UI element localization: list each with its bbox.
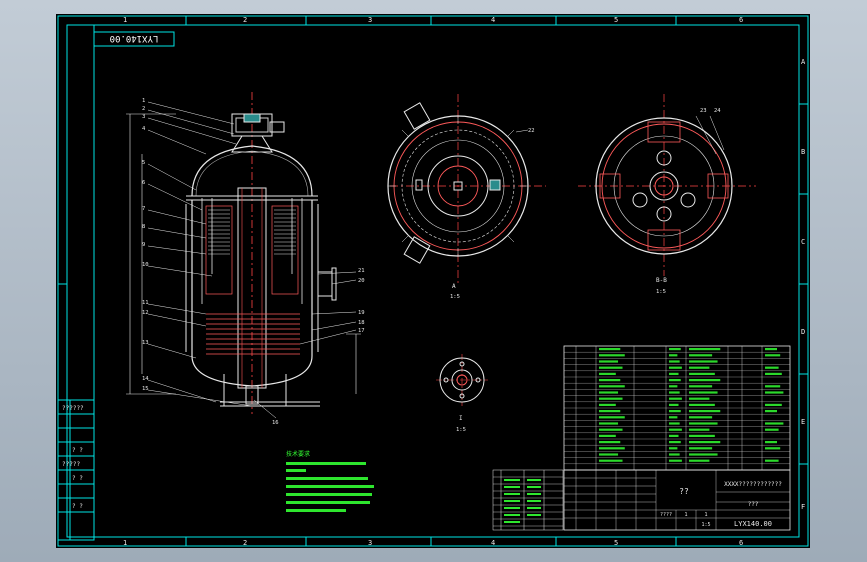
section-bb-view bbox=[578, 94, 756, 276]
col-label-bottom-2: 2 bbox=[243, 539, 247, 547]
detail-i-scale: 1:5 bbox=[456, 427, 466, 433]
leader-24: 24 bbox=[714, 108, 721, 114]
parts-list bbox=[563, 345, 791, 471]
col-label-bottom-5: 5 bbox=[614, 539, 618, 547]
stamp-1: ?????? bbox=[62, 405, 84, 412]
leader-6: 6 bbox=[142, 180, 145, 186]
leader-5: 5 bbox=[142, 160, 145, 166]
section-bb-scale: 1:5 bbox=[656, 289, 666, 295]
row-label-d: D bbox=[801, 328, 805, 336]
cad-viewport: 1 2 3 4 5 6 1 2 3 4 5 6 A B C D E F LYX1… bbox=[0, 0, 867, 562]
drawing-number-stamp: LYX140.00 bbox=[110, 33, 159, 43]
section-a-label: A bbox=[452, 283, 456, 290]
title-drawing-no: LYX140.00 bbox=[734, 520, 772, 528]
title-scale: 1:5 bbox=[701, 522, 710, 528]
leader-1: 1 bbox=[142, 98, 145, 104]
leader-12: 12 bbox=[142, 310, 149, 316]
leader-8: 8 bbox=[142, 224, 145, 230]
leader-7: 7 bbox=[142, 206, 145, 212]
leader-20: 20 bbox=[358, 278, 365, 284]
leader-23: 23 bbox=[700, 108, 707, 114]
col-label-bottom-1: 1 bbox=[123, 539, 127, 547]
title-name: ?? bbox=[679, 487, 689, 496]
leader-13: 13 bbox=[142, 340, 149, 346]
col-label-6: 6 bbox=[739, 16, 743, 24]
row-label-b: B bbox=[801, 148, 805, 156]
col-label-bottom-6: 6 bbox=[739, 539, 743, 547]
leader-labels: 1 2 3 4 5 6 7 8 9 10 11 12 13 14 15 16 1… bbox=[142, 98, 721, 426]
leader-22: 22 bbox=[528, 128, 535, 134]
col-label-5: 5 bbox=[614, 16, 618, 24]
leader-17: 17 bbox=[358, 328, 365, 334]
row-label-f: F bbox=[801, 503, 805, 511]
technical-notes: 技术要求 bbox=[286, 450, 374, 512]
section-a-scale: 1:5 bbox=[450, 294, 460, 300]
row-label-e: E bbox=[801, 418, 805, 426]
leader-3: 3 bbox=[142, 114, 145, 120]
title-sheet-a: ???? bbox=[660, 512, 672, 518]
notes-heading: 技术要求 bbox=[286, 450, 310, 458]
col-label-1: 1 bbox=[123, 16, 127, 24]
drawing-canvas: 1 2 3 4 5 6 1 2 3 4 5 6 A B C D E F LYX1… bbox=[57, 15, 809, 547]
section-a-view bbox=[387, 94, 546, 284]
col-label-bottom-3: 3 bbox=[368, 539, 372, 547]
row-label-a: A bbox=[801, 58, 806, 66]
detail-i-view bbox=[436, 354, 488, 406]
title-sheet-b: 1 bbox=[684, 512, 687, 518]
leader-18: 18 bbox=[358, 320, 365, 326]
section-bb-label: B-B bbox=[656, 277, 667, 284]
leader-10: 10 bbox=[142, 262, 149, 268]
leader-19: 19 bbox=[358, 310, 365, 316]
leader-4: 4 bbox=[142, 126, 146, 132]
col-label-3: 3 bbox=[368, 16, 372, 24]
title-company: XXXX???????????? bbox=[724, 481, 782, 488]
leader-14: 14 bbox=[142, 376, 149, 382]
title-sheet-c: 1 bbox=[704, 512, 707, 518]
vessel-elevation bbox=[126, 92, 361, 419]
row-label-c: C bbox=[801, 238, 805, 246]
nozzle-table bbox=[492, 469, 564, 531]
stamp-4: ? ? bbox=[72, 475, 83, 482]
col-label-bottom-4: 4 bbox=[491, 539, 495, 547]
leader-11: 11 bbox=[142, 300, 149, 306]
sheet-frame bbox=[57, 15, 809, 547]
leader-15: 15 bbox=[142, 386, 149, 392]
col-label-4: 4 bbox=[491, 16, 495, 24]
stamp-2: ? ? bbox=[72, 447, 83, 454]
leader-16: 16 bbox=[272, 420, 279, 426]
leader-9: 9 bbox=[142, 242, 145, 248]
leader-2: 2 bbox=[142, 106, 145, 112]
title-block: ?? XXXX???????????? ??? LYX140.00 1:5 ??… bbox=[563, 469, 791, 531]
stamp-5: ? ? bbox=[72, 503, 83, 510]
drawing-sheet: 1 2 3 4 5 6 1 2 3 4 5 6 A B C D E F LYX1… bbox=[56, 14, 810, 548]
leader-21: 21 bbox=[358, 268, 365, 274]
title-small-label: ??? bbox=[748, 501, 759, 508]
detail-i-label: I bbox=[459, 415, 463, 422]
col-label-2: 2 bbox=[243, 16, 247, 24]
stamp-3: ????? bbox=[62, 461, 80, 468]
